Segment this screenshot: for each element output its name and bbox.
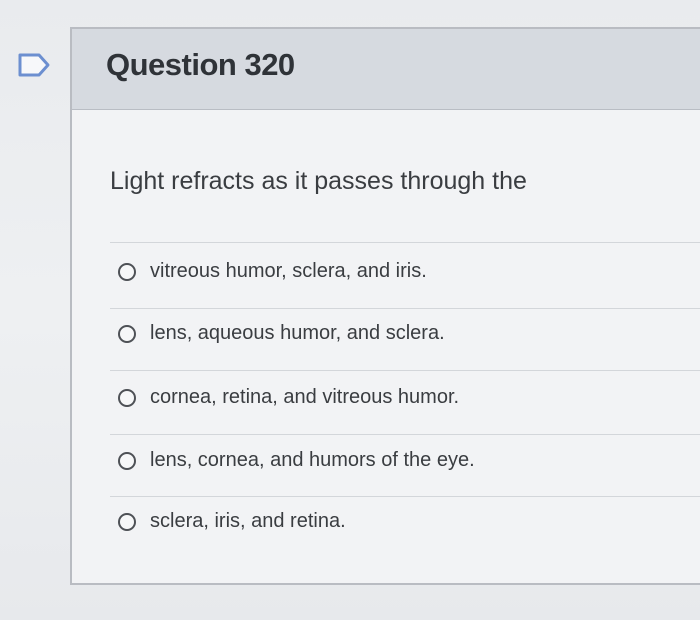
divider: [110, 370, 700, 371]
question-prompt: Light refracts as it passes through the: [110, 167, 527, 195]
question-card: Question 320 Light refracts as it passes…: [70, 27, 700, 585]
divider: [110, 434, 700, 435]
answer-option-3[interactable]: cornea, retina, and vitreous humor.: [118, 386, 459, 409]
answer-option-4[interactable]: lens, cornea, and humors of the eye.: [118, 449, 475, 472]
answer-option-label: vitreous humor, sclera, and iris.: [150, 260, 427, 282]
divider: [110, 496, 700, 497]
question-title: Question 320: [106, 47, 295, 82]
radio-button[interactable]: [118, 388, 136, 407]
radio-button[interactable]: [118, 512, 136, 531]
radio-button[interactable]: [118, 451, 136, 470]
answer-option-2[interactable]: lens, aqueous humor, and sclera.: [118, 322, 445, 345]
question-header: Question 320: [72, 29, 700, 110]
answer-option-label: cornea, retina, and vitreous humor.: [150, 386, 460, 408]
answer-option-label: lens, aqueous humor, and sclera.: [150, 322, 445, 344]
answer-option-label: sclera, iris, and retina.: [150, 510, 346, 532]
answer-option-5[interactable]: sclera, iris, and retina.: [118, 510, 346, 533]
quiz-page: Question 320 Light refracts as it passes…: [0, 0, 700, 620]
answer-option-label: lens, cornea, and humors of the eye.: [150, 449, 475, 471]
radio-button[interactable]: [118, 262, 136, 281]
answer-option-1[interactable]: vitreous humor, sclera, and iris.: [118, 260, 427, 283]
divider: [110, 308, 700, 309]
radio-button[interactable]: [118, 324, 136, 343]
flag-question-icon[interactable]: [17, 52, 51, 78]
divider: [110, 242, 700, 243]
